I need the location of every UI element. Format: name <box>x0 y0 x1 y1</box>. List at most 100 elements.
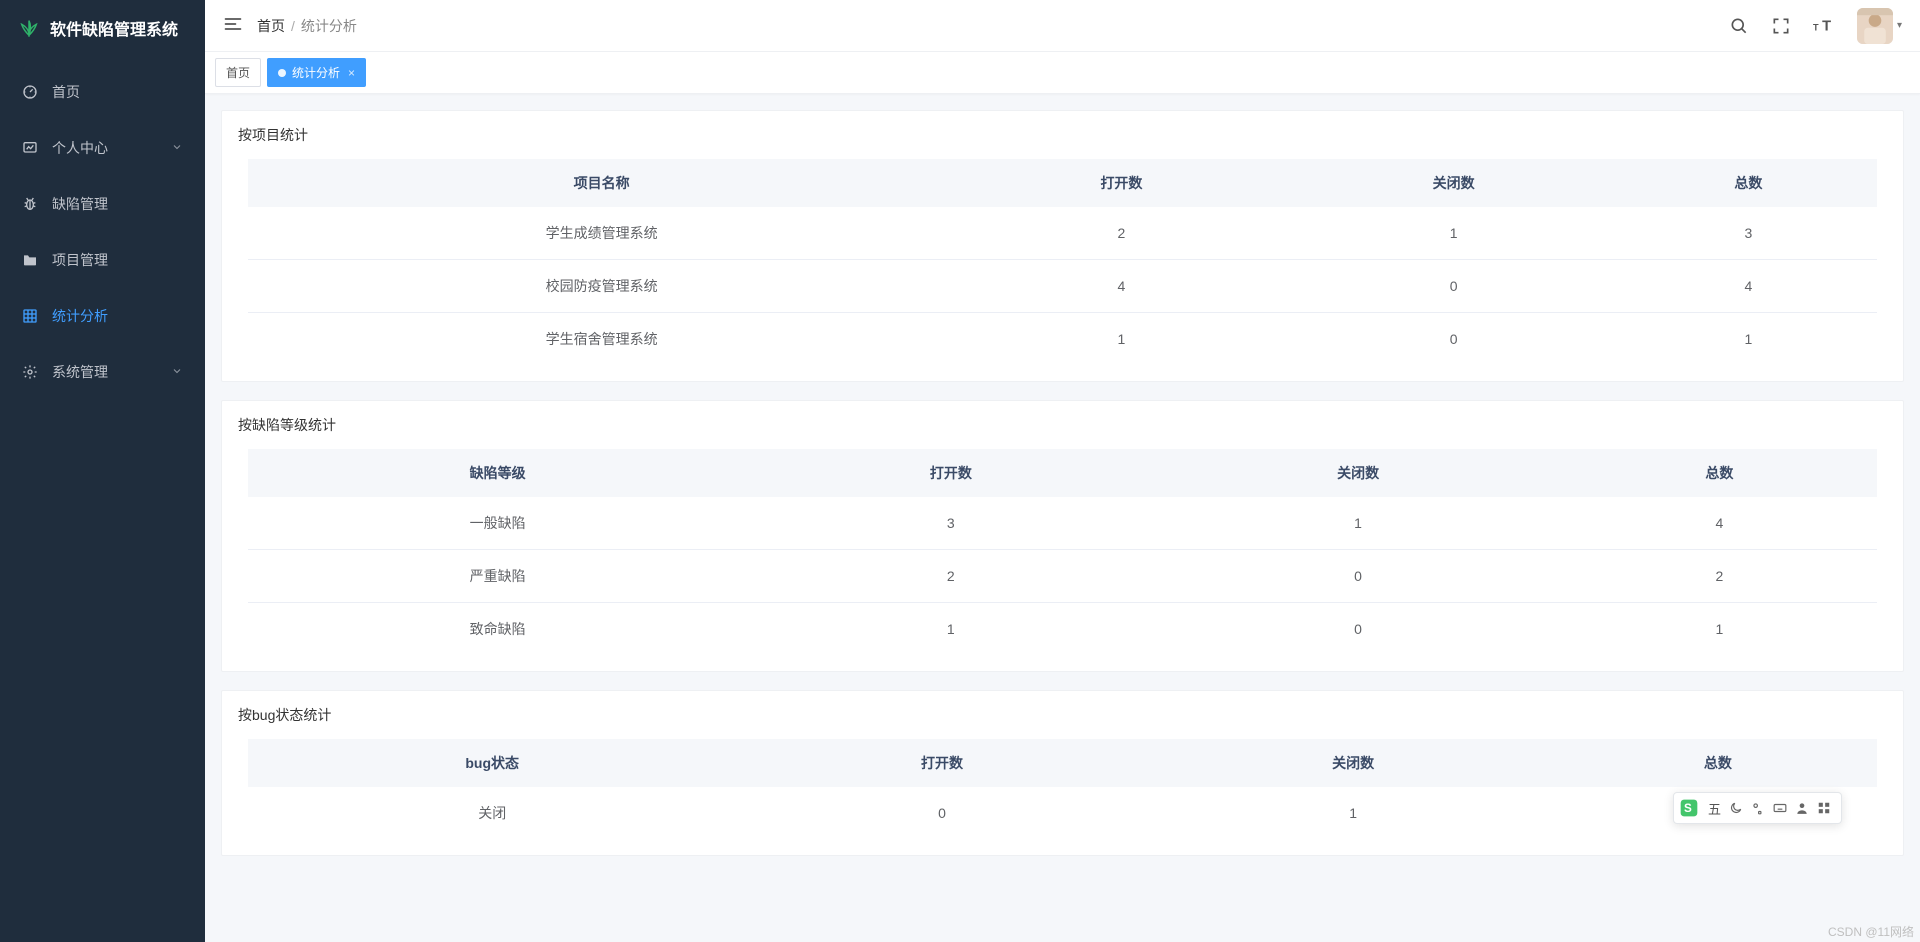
ime-mode-label[interactable]: 五 <box>1708 799 1721 818</box>
svg-text:S: S <box>1684 802 1692 815</box>
tab-0[interactable]: 首页 <box>215 58 261 87</box>
sidebar-item-0[interactable]: 首页 <box>0 64 205 120</box>
table-header: 缺陷等级 <box>248 449 747 497</box>
table-row: 学生成绩管理系统213 <box>248 207 1877 260</box>
tabs-bar: 首页 统计分析 × <box>205 52 1920 94</box>
table-row: 学生宿舍管理系统101 <box>248 313 1877 366</box>
content-area[interactable]: 按项目统计项目名称打开数关闭数总数学生成绩管理系统213校园防疫管理系统404学… <box>205 94 1920 942</box>
sidebar-item-label: 统计分析 <box>52 306 108 326</box>
table-cell: 严重缺陷 <box>248 550 747 603</box>
sidebar: 软件缺陷管理系统 首页个人中心缺陷管理项目管理统计分析系统管理 <box>0 0 205 942</box>
sidebar-item-3[interactable]: 项目管理 <box>0 232 205 288</box>
table-cell: 一般缺陷 <box>248 497 747 550</box>
table-cell: 2 <box>747 550 1154 603</box>
sidebar-item-label: 系统管理 <box>52 362 108 382</box>
table-header: 总数 <box>1620 159 1877 207</box>
table-cell: 1 <box>955 313 1287 366</box>
caret-down-icon: ▾ <box>1897 20 1902 31</box>
panel-title: 按缺陷等级统计 <box>238 415 1887 435</box>
table-cell: 1 <box>1620 313 1877 366</box>
folder-icon <box>22 252 38 268</box>
sidebar-item-4[interactable]: 统计分析 <box>0 288 205 344</box>
table-header: 打开数 <box>747 449 1154 497</box>
table-cell: 1 <box>1154 497 1561 550</box>
table-header: 项目名称 <box>248 159 955 207</box>
sidebar-item-1[interactable]: 个人中心 <box>0 120 205 176</box>
panel-title: 按项目统计 <box>238 125 1887 145</box>
sidebar-item-label: 项目管理 <box>52 250 108 270</box>
table-header: 关闭数 <box>1288 159 1620 207</box>
data-table: bug状态打开数关闭数总数关闭011 <box>248 739 1877 839</box>
moon-icon[interactable] <box>1729 801 1743 815</box>
table-cell: 1 <box>1288 207 1620 260</box>
sidebar-item-label: 缺陷管理 <box>52 194 108 214</box>
table-cell: 0 <box>1288 260 1620 313</box>
table-cell: 0 <box>1288 313 1620 366</box>
panel-2: 按bug状态统计bug状态打开数关闭数总数关闭011 <box>221 690 1904 856</box>
brand-title: 软件缺陷管理系统 <box>50 16 178 40</box>
degree-icon[interactable] <box>1751 801 1765 815</box>
brand-leaf-icon <box>18 17 40 39</box>
table-cell: 学生宿舍管理系统 <box>248 313 955 366</box>
tab-label: 统计分析 <box>292 64 340 81</box>
table-cell: 0 <box>1154 603 1561 656</box>
grid-icon[interactable] <box>1817 801 1831 815</box>
chevron-down-icon <box>171 140 183 156</box>
sidebar-item-2[interactable]: 缺陷管理 <box>0 176 205 232</box>
close-icon[interactable]: × <box>348 66 355 80</box>
table-row: 校园防疫管理系统404 <box>248 260 1877 313</box>
fullscreen-icon[interactable] <box>1771 16 1791 36</box>
breadcrumb-current: 统计分析 <box>301 16 357 36</box>
watermark: CSDN @11网络 <box>1828 923 1914 940</box>
breadcrumb-home[interactable]: 首页 <box>257 16 285 36</box>
table-cell: 4 <box>955 260 1287 313</box>
table-header: 关闭数 <box>1148 739 1559 787</box>
person-icon[interactable] <box>1795 801 1809 815</box>
table-header: 总数 <box>1559 739 1877 787</box>
table-cell: 3 <box>747 497 1154 550</box>
table-cell: 1 <box>1562 603 1877 656</box>
topbar-actions: TT ▾ <box>1729 8 1902 44</box>
svg-text:T: T <box>1813 22 1819 32</box>
sidebar-item-label: 个人中心 <box>52 138 108 158</box>
table-cell: 校园防疫管理系统 <box>248 260 955 313</box>
table-row: 严重缺陷202 <box>248 550 1877 603</box>
tab-label: 首页 <box>226 64 250 81</box>
breadcrumb-sep: / <box>291 18 295 34</box>
avatar <box>1857 8 1893 44</box>
table-header: 总数 <box>1562 449 1877 497</box>
panel-0: 按项目统计项目名称打开数关闭数总数学生成绩管理系统213校园防疫管理系统404学… <box>221 110 1904 382</box>
ime-toolbar[interactable]: S 五 <box>1673 792 1842 824</box>
user-menu[interactable]: ▾ <box>1857 8 1902 44</box>
keyboard-icon[interactable] <box>1773 801 1787 815</box>
table-header: 关闭数 <box>1154 449 1561 497</box>
table-cell: 1 <box>1148 787 1559 839</box>
table-header: 打开数 <box>736 739 1147 787</box>
stats-icon <box>22 308 38 324</box>
profile-icon <box>22 140 38 156</box>
topbar: 首页 / 统计分析 TT ▾ <box>205 0 1920 52</box>
dashboard-icon <box>22 84 38 100</box>
table-cell: 2 <box>1562 550 1877 603</box>
data-table: 缺陷等级打开数关闭数总数一般缺陷314严重缺陷202致命缺陷101 <box>248 449 1877 655</box>
bug-icon <box>22 196 38 212</box>
table-cell: 4 <box>1562 497 1877 550</box>
panel-1: 按缺陷等级统计缺陷等级打开数关闭数总数一般缺陷314严重缺陷202致命缺陷101 <box>221 400 1904 672</box>
tab-active-dot-icon <box>278 69 286 77</box>
breadcrumb: 首页 / 统计分析 <box>257 16 357 36</box>
table-cell: 1 <box>747 603 1154 656</box>
search-icon[interactable] <box>1729 16 1749 36</box>
table-row: 致命缺陷101 <box>248 603 1877 656</box>
sidebar-item-5[interactable]: 系统管理 <box>0 344 205 400</box>
brand: 软件缺陷管理系统 <box>0 0 205 56</box>
table-cell: 4 <box>1620 260 1877 313</box>
table-row: 关闭011 <box>248 787 1877 839</box>
data-table: 项目名称打开数关闭数总数学生成绩管理系统213校园防疫管理系统404学生宿舍管理… <box>248 159 1877 365</box>
svg-text:T: T <box>1822 18 1831 34</box>
ime-icons <box>1729 801 1831 815</box>
toggle-sidebar-button[interactable] <box>223 14 243 37</box>
table-cell: 学生成绩管理系统 <box>248 207 955 260</box>
fontsize-icon[interactable]: TT <box>1813 16 1835 36</box>
tab-1[interactable]: 统计分析 × <box>267 58 366 87</box>
chevron-down-icon <box>171 364 183 380</box>
